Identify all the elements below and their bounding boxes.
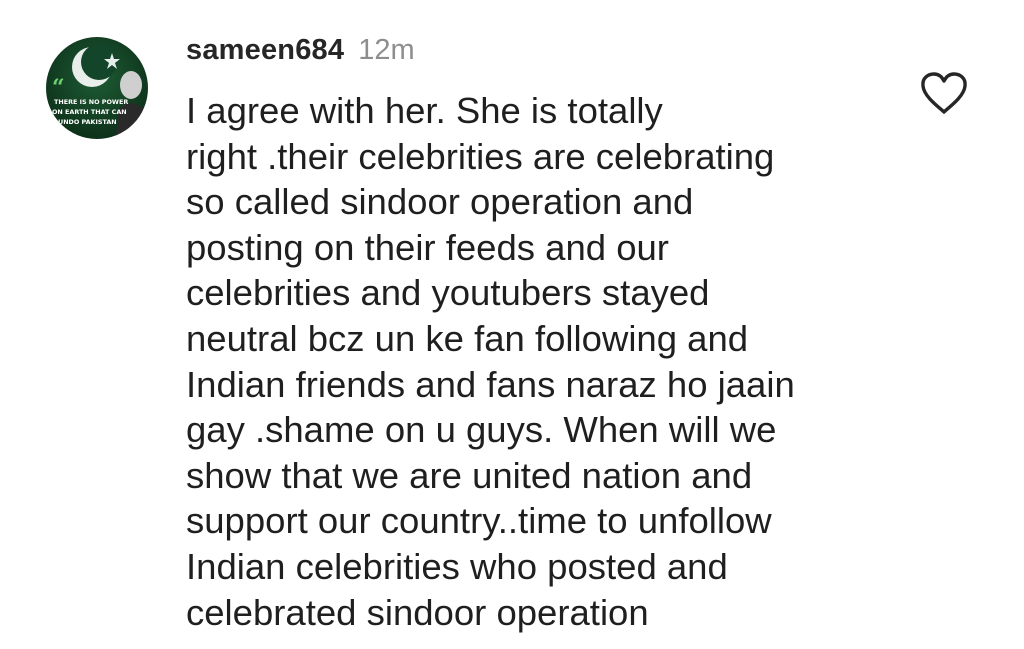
like-button[interactable] xyxy=(918,70,970,118)
avatar-image: “ THERE IS NO POWER ON EARTH THAT CAN UN… xyxy=(46,37,148,139)
avatar-text-line-2: ON EARTH THAT CAN xyxy=(52,108,127,116)
comment-text: I agree with her. She is totally right .… xyxy=(186,90,795,633)
avatar-text-line-3: UNDO PAKISTAN xyxy=(58,118,117,126)
timestamp: 12m xyxy=(358,34,415,66)
comment-header: sameen684 12m xyxy=(186,34,415,74)
heart-outline-icon xyxy=(921,72,967,114)
comment: “ THERE IS NO POWER ON EARTH THAT CAN UN… xyxy=(0,0,1024,649)
avatar[interactable]: “ THERE IS NO POWER ON EARTH THAT CAN UN… xyxy=(46,37,148,139)
username[interactable]: sameen684 xyxy=(186,34,344,67)
avatar-text-line-1: THERE IS NO POWER xyxy=(54,98,128,106)
